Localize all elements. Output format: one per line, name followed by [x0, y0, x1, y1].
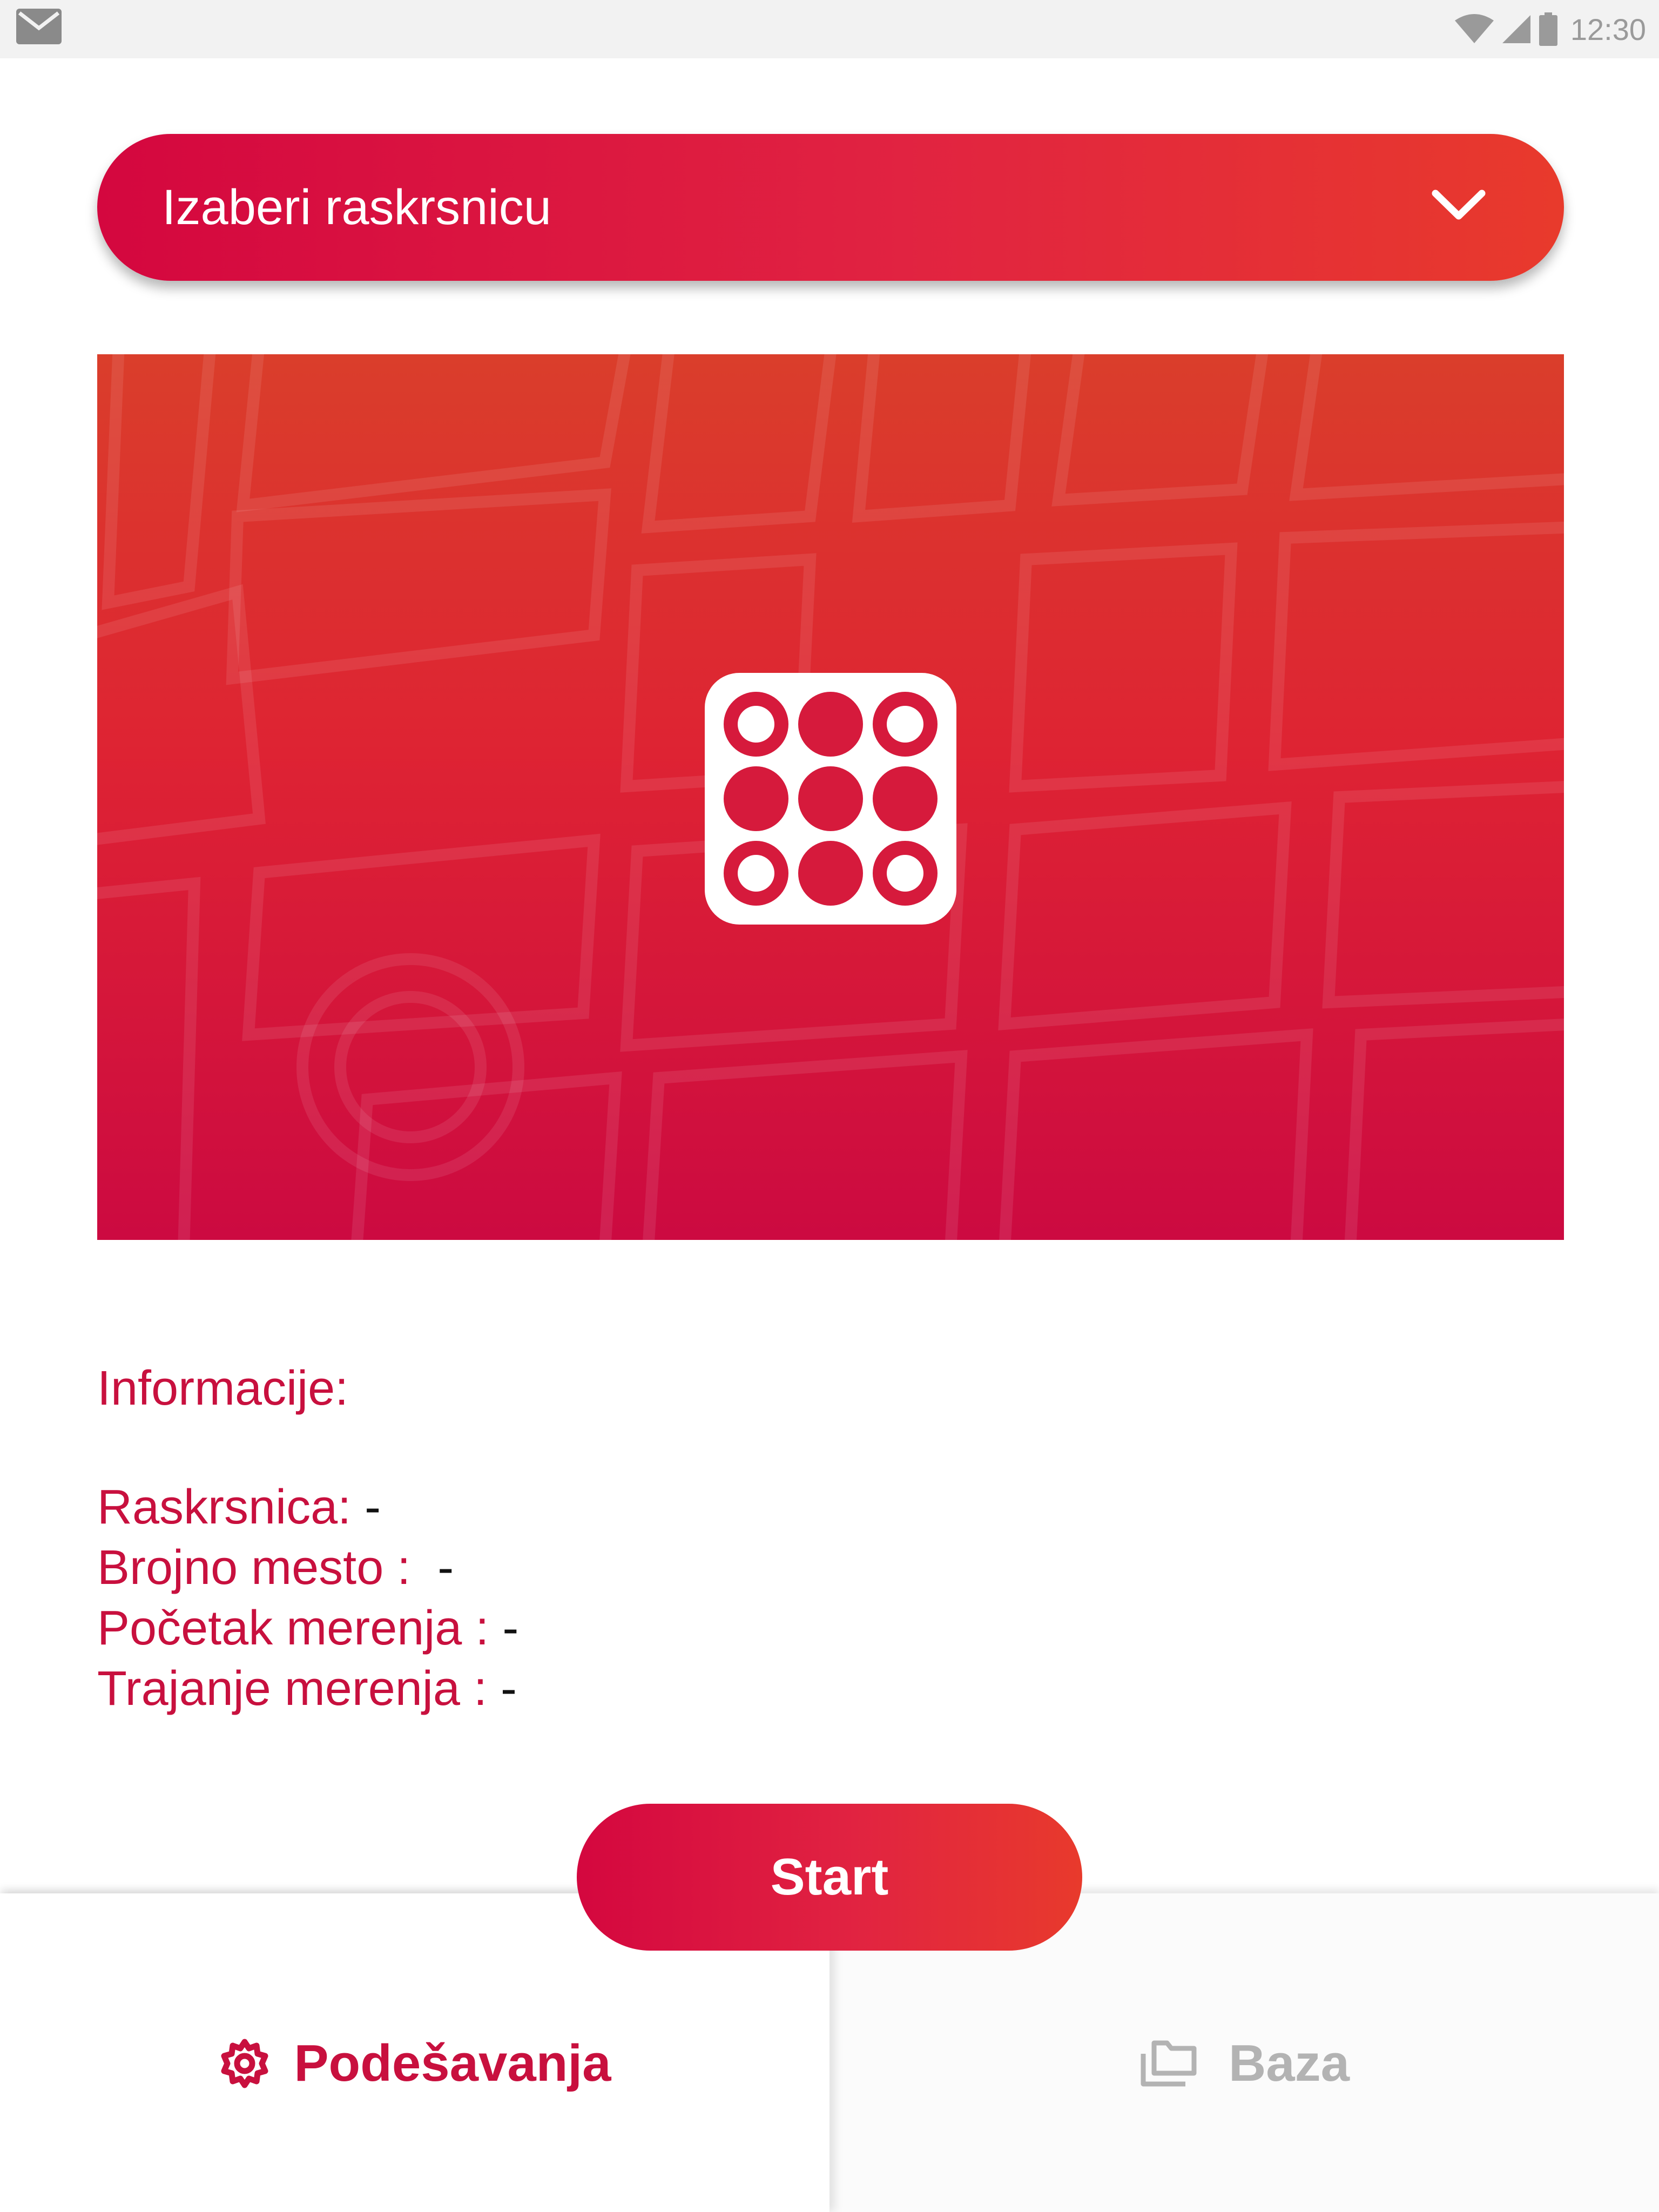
battery-icon: [1539, 12, 1557, 46]
info-row-measurement-duration: Trajanje merenja : -: [97, 1661, 517, 1717]
status-time: 12:30: [1570, 12, 1646, 46]
info-label: Brojno mesto :: [97, 1541, 424, 1595]
info-row-intersection: Raskrsnica: -: [97, 1480, 381, 1535]
signal-icon: [1502, 15, 1530, 43]
tab-settings-label: Podešavanja: [294, 2034, 611, 2092]
tab-database-label: Baza: [1228, 2034, 1350, 2092]
mail-icon: [16, 9, 62, 44]
info-row-measurement-start: Početak merenja : -: [97, 1601, 518, 1656]
info-value: -: [489, 1601, 519, 1655]
chevron-down-icon[interactable]: [1429, 184, 1488, 227]
intersection-dropdown[interactable]: Izaberi raskrsnicu: [97, 134, 1564, 281]
info-value: -: [424, 1541, 454, 1595]
info-row-counting-point: Brojno mesto : -: [97, 1540, 454, 1596]
dots-grid-logo-icon: [705, 673, 956, 925]
wifi-icon: [1454, 14, 1494, 43]
info-value: -: [487, 1662, 517, 1716]
gear-icon: [221, 2039, 268, 2088]
info-value: -: [351, 1480, 381, 1534]
folders-icon: [1141, 2040, 1197, 2087]
info-label: Trajanje merenja :: [97, 1662, 487, 1716]
hero-banner: [97, 354, 1564, 1240]
info-label: Početak merenja :: [97, 1601, 489, 1655]
dropdown-label: Izaberi raskrsnicu: [162, 180, 551, 235]
info-title: Informacije:: [97, 1361, 349, 1415]
info-label: Raskrsnica:: [97, 1480, 352, 1534]
start-button[interactable]: Start: [577, 1804, 1082, 1951]
status-icons: 12:30: [1447, 8, 1646, 51]
status-bar: 12:30: [0, 0, 1659, 58]
